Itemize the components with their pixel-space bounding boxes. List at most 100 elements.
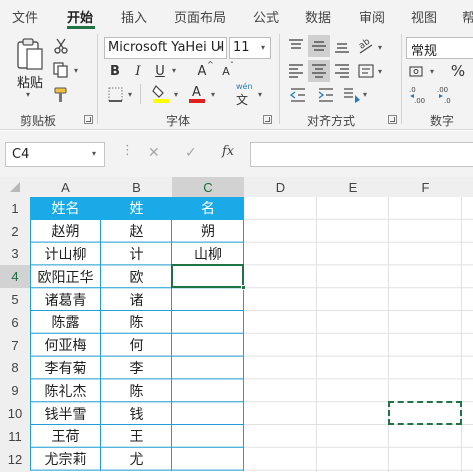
row-header-4[interactable]: 4 [0,265,30,289]
row-header-5[interactable]: 5 [0,288,30,311]
align-left-icon[interactable] [286,62,306,80]
fill-handle[interactable] [241,285,246,291]
row-header-2[interactable]: 2 [0,219,30,243]
orientation-icon[interactable]: ab [356,35,376,57]
row-header-9[interactable]: 9 [0,379,30,403]
column-header-e[interactable]: E [317,177,389,197]
borders-dropdown-icon[interactable]: ▾ [128,90,132,99]
cell-a8[interactable]: 李有菊 [30,357,101,380]
accounting-dropdown-icon[interactable]: ▾ [430,67,434,76]
fill-color-icon[interactable] [151,83,171,103]
cut-icon[interactable] [53,37,69,55]
column-header-f[interactable]: F [389,177,462,197]
cell-a1[interactable]: 姓名 [30,197,101,220]
cell-a6[interactable]: 陈露 [30,311,101,334]
cell-a10[interactable]: 钱半雪 [30,402,101,425]
font-color-dropdown-icon[interactable]: ▾ [211,90,215,99]
tab-file[interactable]: 文件 [12,7,38,26]
row-header-12[interactable]: 12 [0,447,30,471]
orientation-dropdown-icon[interactable]: ▾ [378,43,382,52]
paste-icon[interactable] [12,36,48,72]
column-header-g[interactable] [462,177,473,197]
select-all-corner[interactable] [0,177,30,197]
cell-a3[interactable]: 计山柳 [30,243,101,266]
tab-formulas[interactable]: 公式 [253,7,279,26]
tab-view[interactable]: 视图 [411,7,437,26]
underline-button[interactable]: U [152,62,168,80]
cell-b9[interactable]: 陈 [101,379,172,402]
cell-c12[interactable] [172,448,244,471]
increase-indent-icon[interactable] [316,86,336,104]
formula-bar-grip-icon[interactable]: ⋮ [121,143,134,158]
align-right-icon[interactable] [332,62,352,80]
row-header-10[interactable]: 10 [0,402,30,425]
cell-c9[interactable] [172,379,244,402]
cancel-icon[interactable]: ✕ [148,145,160,161]
tab-data[interactable]: 数据 [305,7,331,26]
cell-b10[interactable]: 钱 [101,402,172,425]
bold-button[interactable]: B [107,62,123,80]
alignment-settings-icon[interactable] [342,85,362,105]
name-box-dropdown-icon[interactable]: ▾ [92,149,96,158]
number-format-select[interactable]: 常规 [406,37,473,59]
cell-c11[interactable] [172,425,244,448]
cell-a11[interactable]: 王荷 [30,425,101,448]
row-header-8[interactable]: 8 [0,356,30,380]
cell-b6[interactable]: 陈 [101,311,172,334]
cell-a2[interactable]: 赵朔 [30,220,101,243]
cell-a7[interactable]: 何亚梅 [30,334,101,357]
row-header-1[interactable]: 1 [0,197,30,220]
row-header-3[interactable]: 3 [0,242,30,266]
decrease-indent-icon[interactable] [288,86,308,104]
clipboard-launcher-icon[interactable] [84,115,93,124]
accounting-format-icon[interactable] [408,63,428,81]
font-launcher-icon[interactable] [263,115,272,124]
cell-b3[interactable]: 计 [101,243,172,266]
cell-b1[interactable]: 姓 [101,197,172,220]
cell-b4[interactable]: 欧 [101,265,172,288]
column-header-b[interactable]: B [101,177,172,197]
align-bottom-icon[interactable] [332,37,352,55]
cell-b8[interactable]: 李 [101,357,172,380]
cell-b5[interactable]: 诸 [101,288,172,311]
row-header-11[interactable]: 11 [0,425,30,448]
format-painter-icon[interactable] [52,86,70,104]
cell-a5[interactable]: 诸葛青 [30,288,101,311]
row-header-6[interactable]: 6 [0,311,30,334]
row-header-7[interactable]: 7 [0,333,30,357]
tab-home[interactable]: 开始 [67,7,93,26]
tab-review[interactable]: 审阅 [359,7,385,26]
cell-b7[interactable]: 何 [101,334,172,357]
alignment-settings-dropdown-icon[interactable]: ▾ [363,90,367,99]
cell-c6[interactable] [172,311,244,334]
phonetic-dropdown-icon[interactable]: ▾ [258,90,262,99]
phonetic-guide-icon[interactable]: wén 文 [232,82,260,108]
font-size-dropdown-icon[interactable]: ▾ [261,43,265,52]
column-header-c[interactable]: C [172,177,244,197]
paste-label[interactable]: 粘贴 [17,72,43,91]
font-name-dropdown-icon[interactable]: ▾ [218,43,222,52]
tab-help[interactable]: 帮 [462,7,473,26]
tab-page-layout[interactable]: 页面布局 [174,7,226,26]
font-color-icon[interactable]: A [187,82,207,104]
underline-dropdown-icon[interactable]: ▾ [172,66,176,75]
wrap-text-icon[interactable] [356,62,376,80]
cell-c8[interactable] [172,357,244,380]
merge-dropdown-icon[interactable]: ▾ [378,67,382,76]
cell-b11[interactable]: 王 [101,425,172,448]
column-header-a[interactable]: A [30,177,101,197]
align-center-icon[interactable] [308,60,330,82]
align-top-icon[interactable] [286,37,306,55]
copy-dropdown-icon[interactable]: ▾ [74,66,78,75]
column-header-d[interactable]: D [244,177,317,197]
cell-a9[interactable]: 陈礼杰 [30,379,101,402]
spreadsheet-grid[interactable]: ABCDEF12345678910111213姓名姓名赵朔赵朔计山柳计山柳欧阳正… [0,177,473,472]
cell-c3[interactable]: 山柳 [172,243,244,266]
alignment-launcher-icon[interactable] [388,115,397,124]
copy-icon[interactable] [52,61,70,79]
font-name-select[interactable]: Microsoft YaHei UI [104,37,227,59]
italic-button[interactable]: I [130,62,146,80]
align-middle-icon[interactable] [308,35,330,57]
percent-style-button[interactable]: % [448,62,468,80]
cell-a4[interactable]: 欧阳正华 [30,265,101,288]
